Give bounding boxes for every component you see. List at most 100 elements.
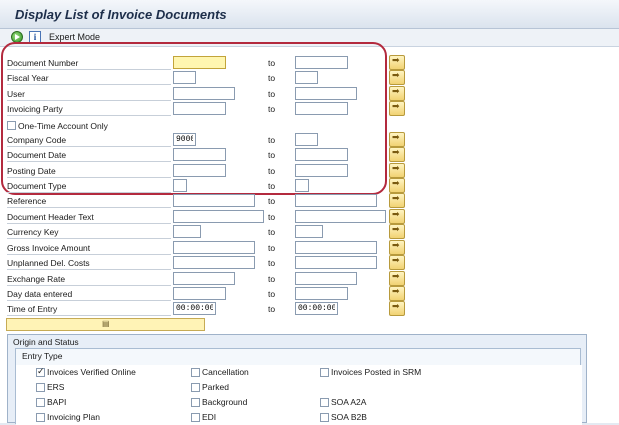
document-header-text-from-input[interactable] <box>173 210 264 223</box>
checkbox[interactable] <box>191 368 200 377</box>
user-from-input[interactable] <box>173 87 235 100</box>
document-type-to-input[interactable] <box>295 179 309 192</box>
multiple-selection-arrow-icon[interactable] <box>389 132 405 147</box>
field-label: Unplanned Del. Costs <box>7 257 171 270</box>
option-label: ERS <box>47 382 65 392</box>
option-label: Background <box>202 397 248 407</box>
user-to-input[interactable] <box>295 87 357 100</box>
multiple-selection-arrow-icon[interactable] <box>389 301 405 316</box>
gross-invoice-amount-to-input[interactable] <box>295 241 377 254</box>
checkbox[interactable] <box>191 383 200 392</box>
day-data-entered-from-input[interactable] <box>173 287 226 300</box>
field-label: Document Header Text <box>7 211 171 224</box>
to-label: to <box>268 304 276 314</box>
title-bar: Display List of Invoice Documents <box>0 0 619 29</box>
row-gross-invoice-amount: Gross Invoice Amount to <box>0 240 410 255</box>
page-title: Display List of Invoice Documents <box>15 7 227 22</box>
checkbox[interactable] <box>320 413 329 422</box>
unplanned-del-costs-to-input[interactable] <box>295 256 377 269</box>
reference-to-input[interactable] <box>295 194 377 207</box>
row-posting-date: Posting Date to <box>0 163 410 178</box>
multiple-selection-arrow-icon[interactable] <box>389 86 405 101</box>
company-code-from-input[interactable] <box>173 133 196 146</box>
row-fiscal-year: Fiscal Year to <box>0 70 410 85</box>
entry-type-options: Invoices Verified Online Cancellation In… <box>16 365 582 425</box>
fiscal-year-to-input[interactable] <box>295 71 318 84</box>
multiple-selection-arrow-icon[interactable] <box>389 209 405 224</box>
one-time-account-label: One-Time Account Only <box>18 121 108 131</box>
reference-from-input[interactable] <box>173 194 255 207</box>
multiple-selection-arrow-icon[interactable] <box>389 70 405 85</box>
field-label: Day data entered <box>7 288 171 301</box>
checkbox-checked[interactable] <box>36 366 45 379</box>
posting-date-from-input[interactable] <box>173 164 226 177</box>
document-type-from-input[interactable] <box>173 179 187 192</box>
row-day-data-entered: Day data entered to <box>0 286 410 301</box>
option-label: EDI <box>202 412 217 422</box>
posting-date-to-input[interactable] <box>295 164 348 177</box>
time-of-entry-from-input[interactable] <box>173 302 216 315</box>
document-number-to-input[interactable] <box>295 56 348 69</box>
currency-key-to-input[interactable] <box>295 225 323 238</box>
checkbox[interactable] <box>320 398 329 407</box>
option-label: SOA A2A <box>331 397 367 407</box>
info-icon[interactable]: i <box>29 31 41 43</box>
document-number-from-input[interactable] <box>173 56 226 69</box>
checkbox[interactable] <box>36 398 45 407</box>
multiple-selection-arrow-icon[interactable] <box>389 163 405 178</box>
field-label: Reference <box>7 195 171 208</box>
checkbox[interactable] <box>36 413 45 422</box>
multiple-selection-arrow-icon[interactable] <box>389 271 405 286</box>
to-label: to <box>268 212 276 222</box>
checkbox[interactable] <box>191 413 200 422</box>
to-label: to <box>268 73 276 83</box>
row-invoicing-party: Invoicing Party to <box>0 101 410 116</box>
invoicing-party-from-input[interactable] <box>173 102 226 115</box>
origin-and-status-group: Origin and Status Entry Type Invoices Ve… <box>7 334 587 425</box>
multiple-selection-arrow-icon[interactable] <box>389 55 405 70</box>
gross-invoice-amount-from-input[interactable] <box>173 241 255 254</box>
option-label: Cancellation <box>202 367 249 377</box>
unplanned-del-costs-from-input[interactable] <box>173 256 255 269</box>
subgroup-title: Entry Type <box>22 351 63 361</box>
document-date-to-input[interactable] <box>295 148 348 161</box>
multiple-selection-arrow-icon[interactable] <box>389 101 405 116</box>
to-label: to <box>268 104 276 114</box>
field-label: Invoicing Party <box>7 103 171 116</box>
time-of-entry-to-input[interactable] <box>295 302 338 315</box>
company-code-to-input[interactable] <box>295 133 318 146</box>
option-label: Invoices Verified Online <box>47 367 136 377</box>
row-user: User to <box>0 86 410 101</box>
field-label: Time of Entry <box>7 303 171 316</box>
option-label: Invoices Posted in SRM <box>331 367 422 377</box>
one-time-account-checkbox[interactable] <box>7 121 16 130</box>
day-data-entered-to-input[interactable] <box>295 287 348 300</box>
document-date-from-input[interactable] <box>173 148 226 161</box>
multiple-selection-arrow-icon[interactable] <box>389 224 405 239</box>
execute-icon[interactable] <box>11 31 23 43</box>
expert-mode-button[interactable]: Expert Mode <box>49 32 100 42</box>
exchange-rate-from-input[interactable] <box>173 272 235 285</box>
document-header-text-to-input[interactable] <box>295 210 386 223</box>
multiple-selection-arrow-icon[interactable] <box>389 193 405 208</box>
to-label: to <box>268 196 276 206</box>
multiple-selection-arrow-icon[interactable] <box>389 286 405 301</box>
one-time-account-row: One-Time Account Only <box>7 119 307 133</box>
checkbox[interactable] <box>191 398 200 407</box>
expand-selection-button[interactable]: ▤ <box>6 318 205 331</box>
field-label: Fiscal Year <box>7 72 171 85</box>
multiple-selection-arrow-icon[interactable] <box>389 147 405 162</box>
exchange-rate-to-input[interactable] <box>295 272 357 285</box>
field-label: Document Date <box>7 149 171 162</box>
multiple-selection-arrow-icon[interactable] <box>389 240 405 255</box>
invoicing-party-to-input[interactable] <box>295 102 348 115</box>
application-toolbar: i Expert Mode <box>0 29 619 47</box>
checkbox[interactable] <box>36 383 45 392</box>
checkbox[interactable] <box>320 368 329 377</box>
row-company-code: Company Code to <box>0 132 410 147</box>
currency-key-from-input[interactable] <box>173 225 201 238</box>
multiple-selection-arrow-icon[interactable] <box>389 255 405 270</box>
multiple-selection-arrow-icon[interactable] <box>389 178 405 193</box>
to-label: to <box>268 58 276 68</box>
fiscal-year-from-input[interactable] <box>173 71 196 84</box>
